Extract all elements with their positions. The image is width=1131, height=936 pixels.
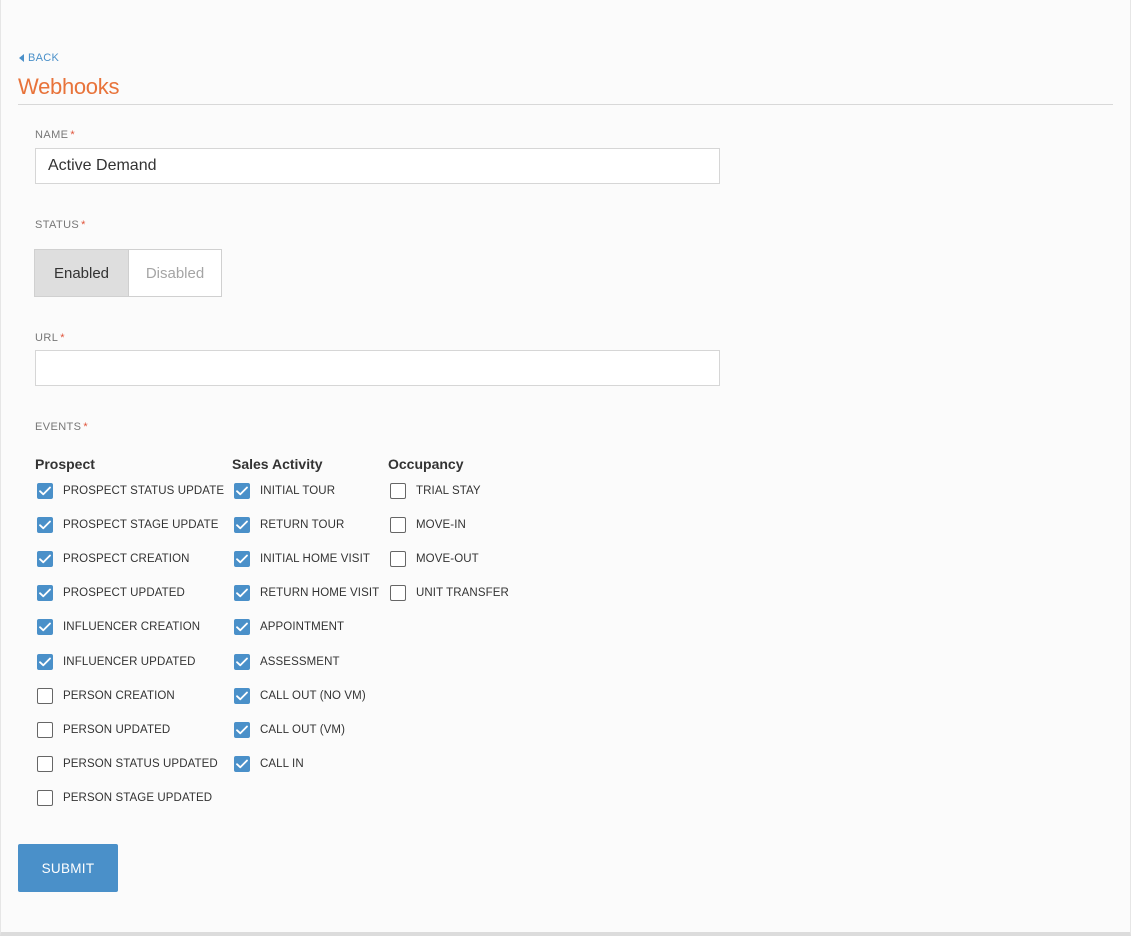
event-checkbox-assessment[interactable]: ASSESSMENT [234, 653, 340, 670]
event-checkbox-label: PROSPECT CREATION [63, 553, 190, 566]
checkbox-unchecked-icon[interactable] [37, 755, 53, 772]
event-checkbox-prospect-stage-update[interactable]: PROSPECT STAGE UPDATE [37, 517, 219, 534]
event-checkbox-prospect-status-update[interactable]: PROSPECT STATUS UPDATE [37, 483, 224, 499]
event-checkbox-label: CALL IN [260, 757, 304, 770]
event-checkbox-prospect-creation[interactable]: PROSPECT CREATION [37, 551, 190, 568]
event-checkbox-label: PROSPECT STAGE UPDATE [63, 519, 219, 532]
url-input[interactable] [35, 350, 720, 386]
page-title: Webhooks [18, 74, 120, 99]
event-checkbox-label: INFLUENCER CREATION [63, 621, 201, 634]
status-enabled-button[interactable]: Enabled [35, 250, 129, 296]
checkbox-checked-icon[interactable] [234, 721, 250, 738]
checkbox-checked-icon[interactable] [234, 483, 250, 499]
checkbox-unchecked-icon[interactable] [390, 483, 406, 499]
back-link-label: BACK [28, 52, 60, 64]
url-label: URL * [35, 332, 65, 344]
event-checkbox-label: INFLUENCER UPDATED [63, 655, 196, 668]
event-checkbox-call-in[interactable]: CALL IN [234, 755, 304, 772]
event-checkbox-label: INITIAL TOUR [260, 485, 336, 497]
event-checkbox-label: PROSPECT UPDATED [63, 587, 185, 600]
event-checkbox-label: MOVE-IN [416, 519, 466, 532]
event-checkbox-appointment[interactable]: APPOINTMENT [234, 619, 345, 636]
event-checkbox-label: CALL OUT (VM) [260, 723, 346, 736]
checkbox-checked-icon[interactable] [234, 517, 250, 534]
checkbox-checked-icon[interactable] [37, 517, 53, 534]
required-mark: * [70, 129, 76, 141]
prospect-column-heading: Prospect [35, 456, 95, 472]
event-checkbox-prospect-updated[interactable]: PROSPECT UPDATED [37, 585, 185, 602]
checkbox-unchecked-icon[interactable] [37, 687, 53, 704]
events-label: EVENTS * [35, 421, 88, 433]
event-checkbox-person-creation[interactable]: PERSON CREATION [37, 687, 175, 704]
checkbox-checked-icon[interactable] [37, 551, 53, 568]
event-checkbox-label: ASSESSMENT [260, 655, 340, 668]
title-divider [18, 104, 1113, 105]
status-toggle-group: Enabled Disabled [34, 249, 222, 297]
event-checkbox-trial-stay[interactable]: TRIAL STAY [390, 483, 481, 499]
checkbox-checked-icon[interactable] [37, 619, 53, 636]
event-checkbox-move-out[interactable]: MOVE-OUT [390, 551, 479, 568]
event-checkbox-influencer-updated[interactable]: INFLUENCER UPDATED [37, 653, 196, 670]
checkbox-checked-icon[interactable] [234, 551, 250, 568]
checkbox-checked-icon[interactable] [234, 653, 250, 670]
event-checkbox-return-home-visit[interactable]: RETURN HOME VISIT [234, 585, 380, 602]
submit-button[interactable]: SUBMIT [18, 844, 118, 892]
url-label-text: URL [35, 332, 59, 344]
required-mark: * [83, 421, 89, 433]
event-checkbox-label: APPOINTMENT [260, 621, 345, 634]
status-label: STATUS * [35, 219, 86, 231]
events-label-text: EVENTS [35, 421, 82, 433]
checkbox-checked-icon[interactable] [234, 687, 250, 704]
event-checkbox-label: RETURN TOUR [260, 519, 345, 532]
occupancy-column-heading: Occupancy [388, 456, 464, 472]
event-checkbox-label: CALL OUT (NO VM) [260, 689, 366, 702]
event-checkbox-label: RETURN HOME VISIT [260, 587, 380, 600]
event-checkbox-label: PERSON UPDATED [63, 723, 171, 736]
event-checkbox-call-out-no-vm[interactable]: CALL OUT (NO VM) [234, 687, 366, 704]
status-disabled-button[interactable]: Disabled [129, 250, 221, 296]
checkbox-checked-icon[interactable] [37, 653, 53, 670]
event-checkbox-call-out-vm[interactable]: CALL OUT (VM) [234, 721, 346, 738]
event-checkbox-label: TRIAL STAY [416, 485, 481, 497]
name-label-text: NAME [35, 129, 69, 141]
event-checkbox-label: PERSON STAGE UPDATED [63, 791, 213, 804]
checkbox-unchecked-icon[interactable] [390, 551, 406, 568]
caret-left-icon [19, 54, 24, 62]
event-checkbox-person-updated[interactable]: PERSON UPDATED [37, 721, 171, 738]
event-checkbox-label: PERSON STATUS UPDATED [63, 757, 218, 770]
event-checkbox-return-tour[interactable]: RETURN TOUR [234, 517, 345, 534]
event-checkbox-label: UNIT TRANSFER [416, 587, 509, 600]
checkbox-checked-icon[interactable] [234, 619, 250, 636]
required-mark: * [81, 219, 86, 231]
checkbox-checked-icon[interactable] [234, 755, 250, 772]
checkbox-checked-icon[interactable] [234, 585, 250, 602]
event-checkbox-person-status-updated[interactable]: PERSON STATUS UPDATED [37, 755, 218, 772]
status-label-text: STATUS [35, 219, 80, 231]
checkbox-unchecked-icon[interactable] [390, 517, 406, 534]
event-checkbox-label: PROSPECT STATUS UPDATE [63, 485, 225, 497]
checkbox-unchecked-icon[interactable] [390, 585, 406, 602]
checkbox-unchecked-icon[interactable] [37, 721, 53, 738]
checkbox-unchecked-icon[interactable] [37, 789, 53, 806]
checkbox-checked-icon[interactable] [37, 483, 53, 499]
event-checkbox-initial-home-visit[interactable]: INITIAL HOME VISIT [234, 551, 370, 568]
event-checkbox-initial-tour[interactable]: INITIAL TOUR [234, 483, 335, 499]
event-checkbox-unit-transfer[interactable]: UNIT TRANSFER [390, 585, 509, 602]
event-checkbox-label: PERSON CREATION [63, 689, 175, 702]
name-input[interactable] [35, 148, 720, 184]
event-checkbox-label: MOVE-OUT [416, 553, 479, 566]
event-checkbox-label: INITIAL HOME VISIT [260, 553, 370, 566]
sales-activity-column-heading: Sales Activity [232, 456, 323, 472]
event-checkbox-person-stage-updated[interactable]: PERSON STAGE UPDATED [37, 789, 213, 806]
required-mark: * [60, 332, 65, 344]
event-checkbox-move-in[interactable]: MOVE-IN [390, 517, 466, 534]
back-link[interactable]: BACK [19, 52, 59, 64]
checkbox-checked-icon[interactable] [37, 585, 53, 602]
name-label: NAME * [35, 129, 75, 141]
event-checkbox-influencer-creation[interactable]: INFLUENCER CREATION [37, 619, 201, 636]
